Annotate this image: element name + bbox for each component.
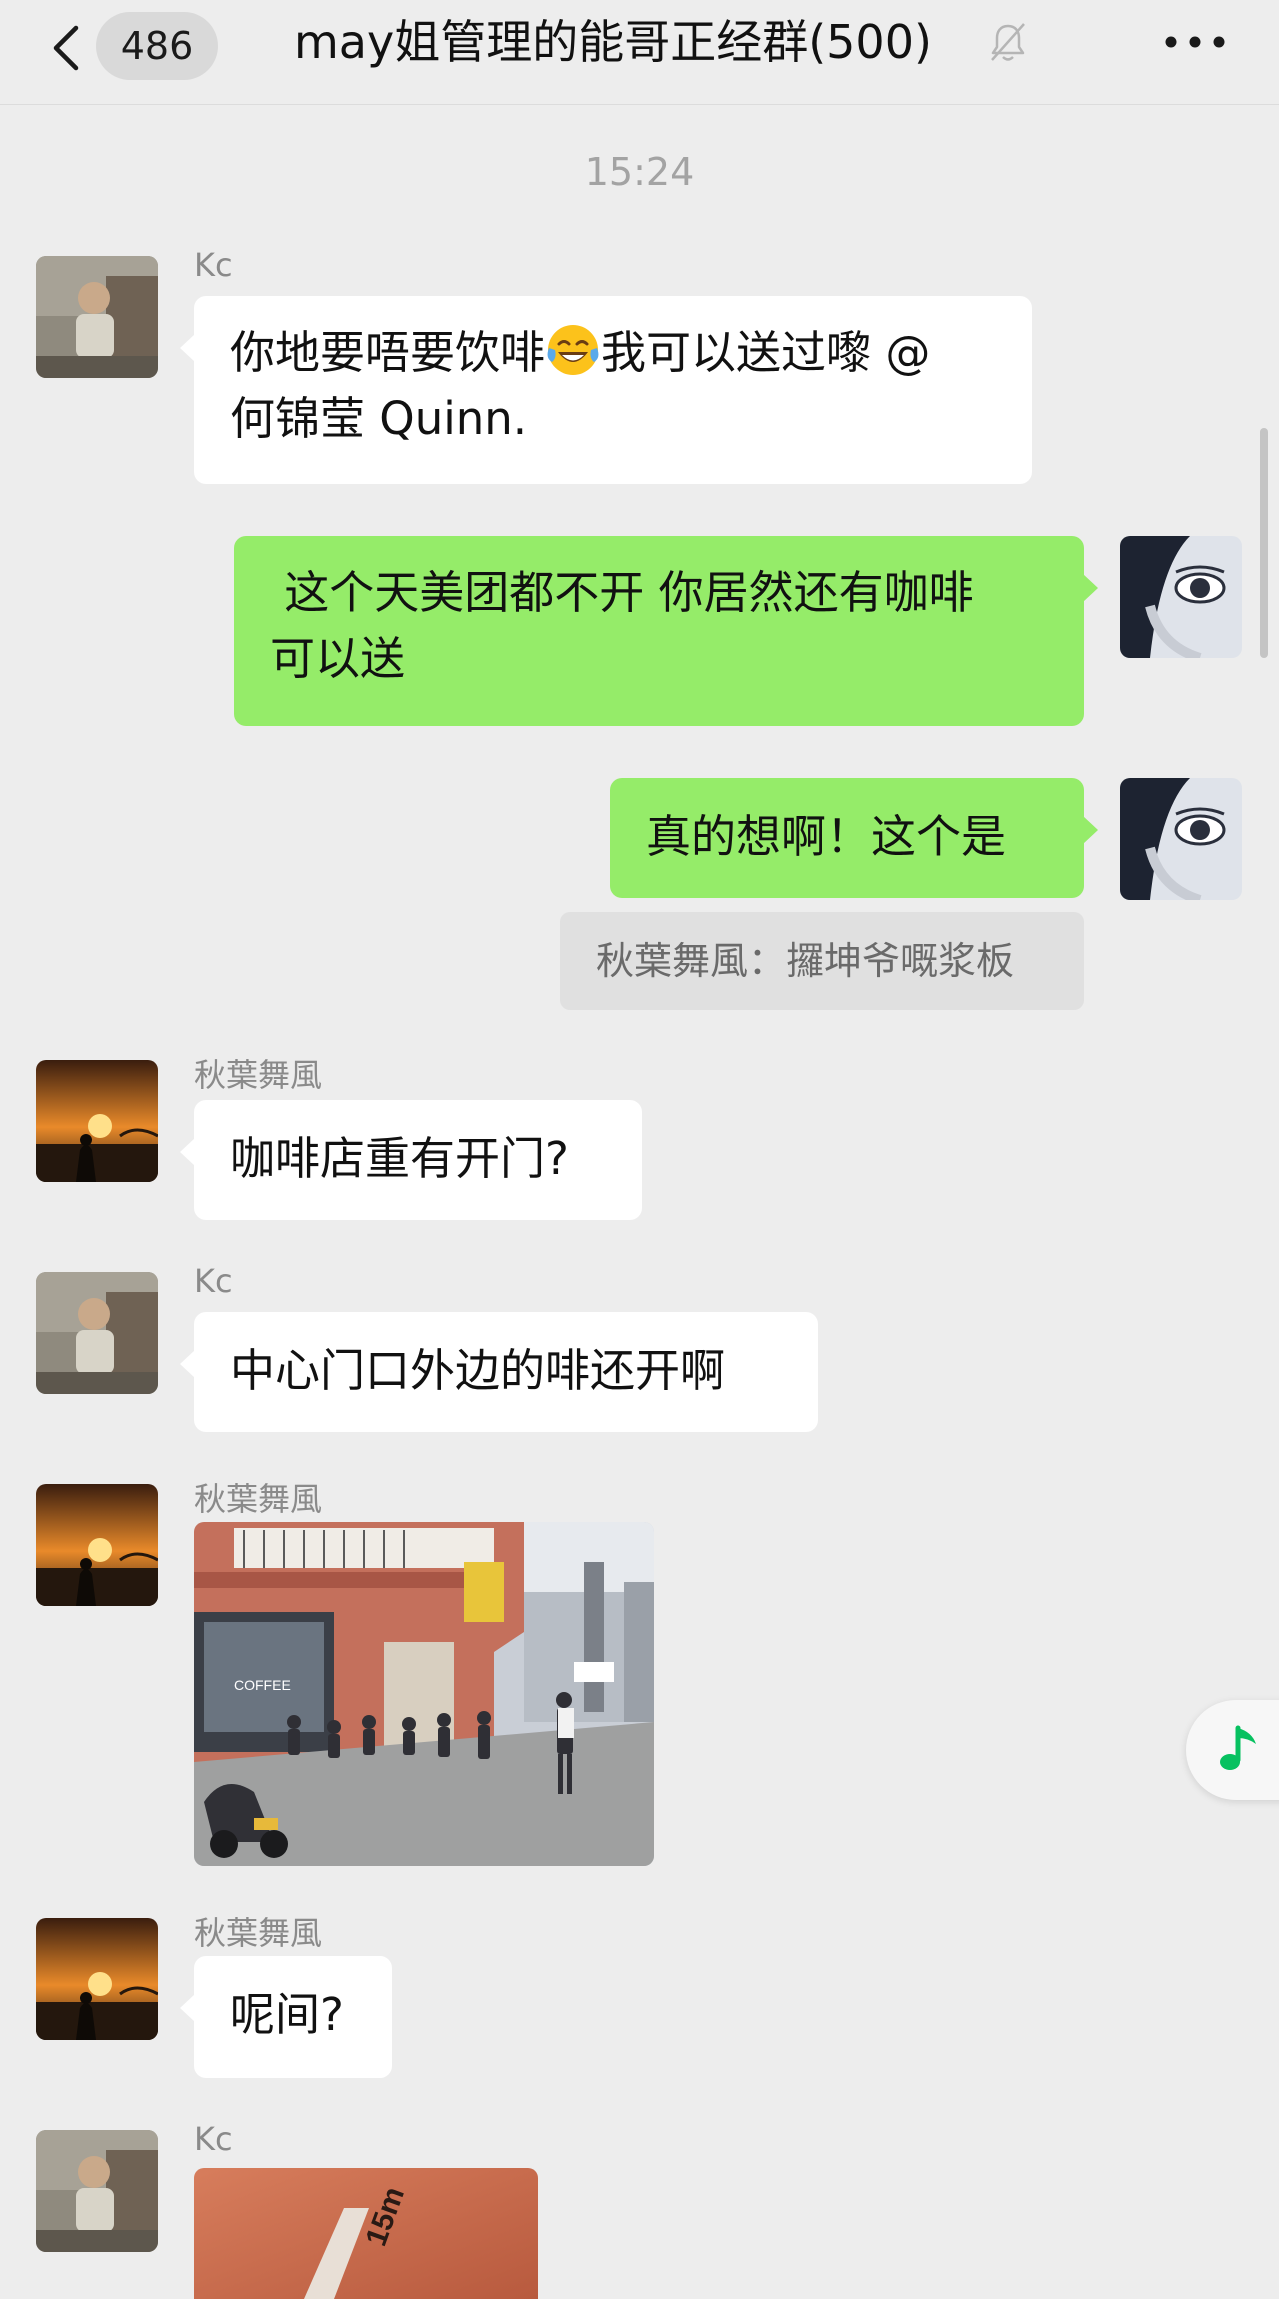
child-photo-avatar xyxy=(36,2130,158,2252)
message-timestamp: 15:24 xyxy=(584,150,695,194)
avatar-sunset[interactable] xyxy=(36,1918,158,2040)
quoted-reply[interactable]: 秋葉舞風：攞坤爷嘅浆板 xyxy=(560,912,1084,1010)
message-bubble[interactable]: 咖啡店重有开门? xyxy=(180,1100,642,1220)
message-text: 这个天美团都不开 你居然还有咖啡 xyxy=(270,566,974,619)
avatar-sunset[interactable] xyxy=(36,1484,158,1606)
avatar-self[interactable] xyxy=(1120,536,1242,658)
portrait-avatar xyxy=(1120,778,1242,900)
sender-name: Kc xyxy=(194,2120,233,2158)
sunset-avatar xyxy=(36,1484,158,1606)
message-bubble[interactable]: 呢间? xyxy=(180,1956,392,2078)
message-text: 我可以送过嚟 @ xyxy=(601,326,931,379)
avatar-kc[interactable] xyxy=(36,256,158,378)
chat-title: may姐管理的能哥正经群(500) xyxy=(294,15,932,69)
avatar-sunset[interactable] xyxy=(36,1060,158,1182)
sender-name: Kc xyxy=(194,1262,233,1300)
wall-sign-photo: 15m xyxy=(194,2168,538,2299)
sender-name: 秋葉舞風 xyxy=(194,1914,323,1952)
message-bubble-self[interactable]: 真的想啊！这个是 xyxy=(610,778,1098,898)
street-cafe-photo: COFFEE xyxy=(194,1522,654,1866)
message-bubble[interactable]: 你地要唔要饮啡 我可以送过嚟 @ 何锦莹 Quinn. xyxy=(180,296,1032,484)
image-message[interactable]: COFFEE xyxy=(194,1522,654,1866)
sender-name: Kc xyxy=(194,246,233,284)
avatar-self[interactable] xyxy=(1120,778,1242,900)
more-dots-icon[interactable] xyxy=(1160,20,1230,64)
chevron-left-icon xyxy=(53,25,79,71)
message-text: 中心门口外边的啡还开啊 xyxy=(230,1344,726,1397)
scrollbar[interactable] xyxy=(1260,428,1268,658)
avatar-kc[interactable] xyxy=(36,2130,158,2252)
music-note-icon xyxy=(1220,1725,1256,1770)
portrait-avatar xyxy=(1120,536,1242,658)
avatar-kc[interactable] xyxy=(36,1272,158,1394)
message-text: 咖啡店重有开门? xyxy=(230,1132,569,1185)
message-text: 真的想啊！这个是 xyxy=(646,810,1007,863)
sender-name: 秋葉舞風 xyxy=(194,1056,323,1094)
mention-text: 何锦莹 Quinn. xyxy=(230,392,528,445)
coffee-sign: COFFEE xyxy=(234,1677,291,1693)
message-bubble-self[interactable]: 这个天美团都不开 你居然还有咖啡 可以送 xyxy=(234,536,1098,726)
message-text: 你地要唔要饮啡 xyxy=(230,326,546,379)
child-photo-avatar xyxy=(36,256,158,378)
chat-screen: 486 may姐管理的能哥正经群(500) 15:24 Kc 你地要唔要饮啡 我… xyxy=(0,0,1279,2299)
message-bubble[interactable]: 中心门口外边的啡还开啊 xyxy=(180,1312,818,1432)
message-text: 呢间? xyxy=(230,1988,344,2041)
message-text: 可以送 xyxy=(270,632,406,685)
chat-header: 486 may姐管理的能哥正经群(500) xyxy=(0,0,1279,105)
sunset-avatar xyxy=(36,1918,158,2040)
image-message[interactable]: 15m xyxy=(194,2168,538,2299)
bell-muted-icon xyxy=(991,23,1025,61)
sunset-avatar xyxy=(36,1060,158,1182)
unread-count-badge: 486 xyxy=(96,12,218,80)
sender-name: 秋葉舞風 xyxy=(194,1480,323,1518)
laughing-tears-emoji xyxy=(547,325,599,375)
child-photo-avatar xyxy=(36,1272,158,1394)
floating-music-button[interactable] xyxy=(1186,1700,1279,1800)
back-button[interactable]: 486 xyxy=(40,12,220,80)
